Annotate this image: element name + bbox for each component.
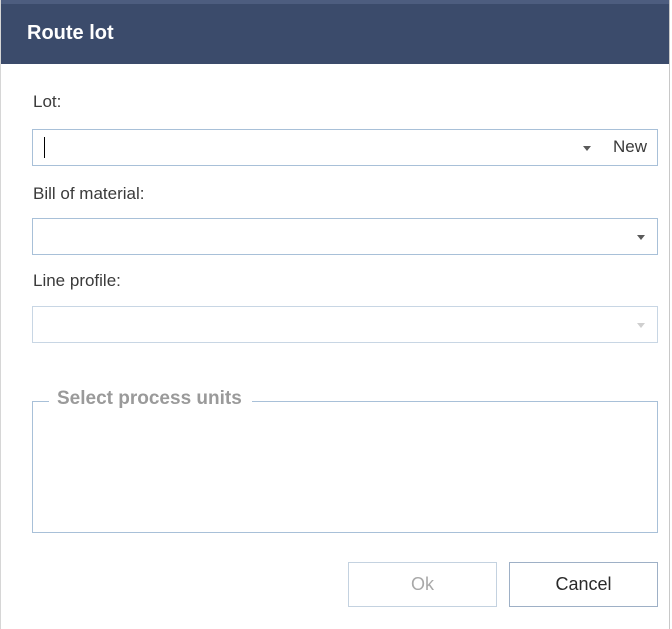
line-profile-label: Line profile:: [33, 271, 121, 290]
dialog-titlebar: Route lot: [1, 0, 669, 64]
ok-button[interactable]: Ok: [348, 562, 497, 607]
cancel-button[interactable]: Cancel: [509, 562, 658, 607]
lot-label: Lot:: [33, 92, 62, 111]
chevron-down-icon[interactable]: [637, 235, 645, 240]
chevron-down-icon: [637, 323, 645, 328]
process-units-group: Select process units: [32, 388, 658, 533]
line-profile-combobox[interactable]: [32, 306, 658, 343]
bom-combobox[interactable]: [32, 218, 658, 255]
bom-label: Bill of material:: [33, 184, 145, 203]
lot-combobox[interactable]: New: [32, 129, 658, 166]
dialog-title: Route lot: [27, 22, 114, 44]
chevron-down-icon[interactable]: [583, 146, 591, 151]
process-units-legend: Select process units: [49, 388, 252, 410]
route-lot-dialog: Route lot Lot: New Bill of material: Lin…: [0, 0, 670, 629]
new-lot-button[interactable]: New: [613, 137, 647, 157]
text-caret: [44, 137, 45, 158]
